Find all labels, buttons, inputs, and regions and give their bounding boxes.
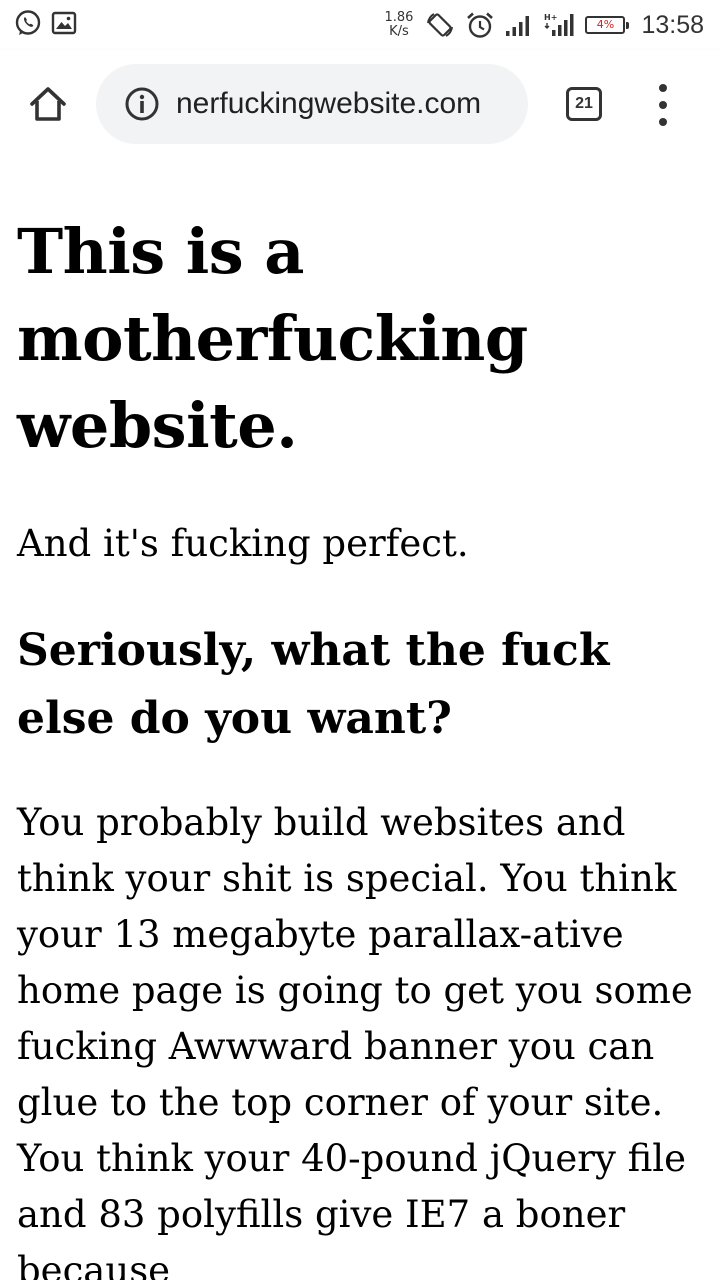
svg-text:H+: H+ bbox=[544, 13, 557, 22]
network-speed: 1.86 K/s bbox=[384, 11, 413, 39]
page-content: This is a motherfucking website. And it'… bbox=[17, 208, 707, 1280]
browser-toolbar: nerfuckingwebsite.com 21 bbox=[0, 50, 720, 160]
home-button[interactable] bbox=[24, 80, 72, 128]
image-icon bbox=[51, 11, 77, 35]
signal-data-icon: H+ bbox=[544, 13, 574, 36]
web-page[interactable]: This is a motherfucking website. And it'… bbox=[0, 160, 720, 1280]
clock: 13:58 bbox=[641, 10, 704, 39]
info-icon[interactable] bbox=[124, 86, 160, 122]
tab-count: 21 bbox=[575, 95, 593, 112]
network-speed-unit: K/s bbox=[389, 24, 409, 39]
network-speed-value: 1.86 bbox=[384, 10, 414, 25]
tab-switcher-button[interactable]: 21 bbox=[566, 87, 602, 121]
more-vert-icon[interactable] bbox=[650, 84, 676, 126]
menu-dot bbox=[659, 101, 667, 109]
auto-rotate-icon bbox=[427, 13, 454, 37]
home-icon bbox=[30, 87, 66, 121]
system-status-icons: 1.86 K/s H+ 4% 13:58 bbox=[384, 6, 704, 44]
page-title: This is a motherfucking website. bbox=[17, 215, 528, 462]
section-heading: Seriously, what the fuck else do you wan… bbox=[17, 625, 610, 744]
address-bar[interactable]: nerfuckingwebsite.com bbox=[96, 64, 528, 144]
body-paragraph: You probably build websites and think yo… bbox=[17, 801, 693, 1280]
alarm-icon bbox=[467, 12, 494, 38]
menu-dot bbox=[659, 84, 667, 92]
menu-dot bbox=[659, 118, 667, 126]
whatsapp-icon bbox=[15, 10, 41, 35]
notification-icons bbox=[14, 9, 77, 37]
battery-percentage: 4% bbox=[596, 18, 615, 31]
url-text[interactable]: nerfuckingwebsite.com bbox=[176, 64, 516, 144]
signal-icon bbox=[506, 16, 530, 36]
page-subtitle: And it's fucking perfect. bbox=[17, 522, 469, 565]
battery-indicator: 4% bbox=[585, 16, 630, 34]
status-bar: 1.86 K/s H+ 4% 13:58 bbox=[0, 0, 720, 50]
